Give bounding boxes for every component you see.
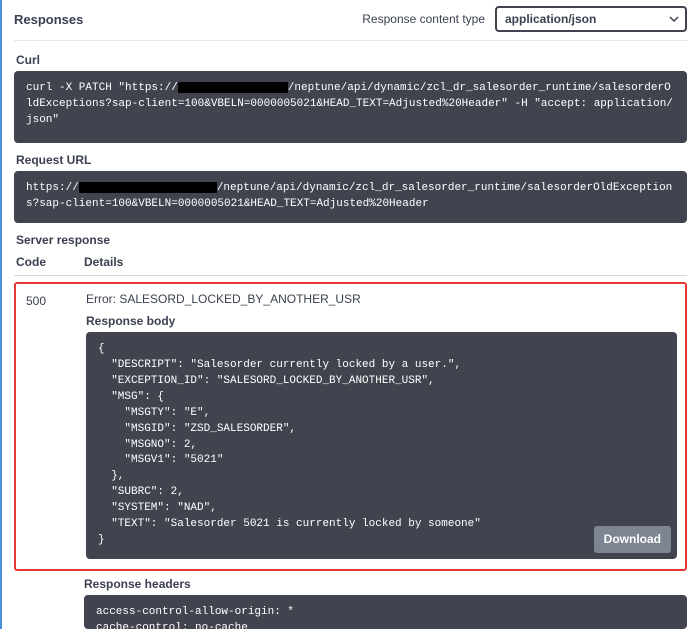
response-headers-body: access-control-allow-origin: * cache-con… bbox=[84, 595, 687, 629]
content-type-select[interactable]: application/json bbox=[495, 6, 687, 32]
response-table-header: Code Details bbox=[14, 255, 687, 276]
download-button[interactable]: Download bbox=[594, 526, 671, 553]
responses-title: Responses bbox=[14, 12, 83, 27]
code-column-header: Code bbox=[14, 255, 84, 269]
content-type-group: Response content type application/json bbox=[362, 6, 687, 32]
status-code: 500 bbox=[24, 292, 86, 559]
chevron-down-icon bbox=[669, 16, 679, 22]
response-row: 500 Error: SALESORD_LOCKED_BY_ANOTHER_US… bbox=[14, 282, 687, 571]
curl-label: Curl bbox=[16, 53, 687, 67]
error-message: Error: SALESORD_LOCKED_BY_ANOTHER_USR bbox=[86, 292, 677, 306]
curl-command: curl -X PATCH "https:///neptune/api/dyna… bbox=[14, 71, 687, 143]
request-url-value: https:///neptune/api/dynamic/zcl_dr_sale… bbox=[14, 171, 687, 223]
details-column-header: Details bbox=[84, 255, 123, 269]
responses-header-row: Responses Response content type applicat… bbox=[14, 6, 687, 41]
response-headers-label: Response headers bbox=[84, 577, 687, 591]
response-body-label: Response body bbox=[86, 314, 677, 328]
response-details: Error: SALESORD_LOCKED_BY_ANOTHER_USR Re… bbox=[86, 292, 677, 559]
content-type-value: application/json bbox=[505, 12, 596, 26]
request-url-label: Request URL bbox=[16, 153, 687, 167]
redacted-host bbox=[178, 82, 288, 93]
content-type-label: Response content type bbox=[362, 12, 485, 26]
server-response-label: Server response bbox=[16, 233, 687, 247]
redacted-host bbox=[79, 182, 217, 193]
response-body: { "DESCRIPT": "Salesorder currently lock… bbox=[86, 332, 677, 559]
